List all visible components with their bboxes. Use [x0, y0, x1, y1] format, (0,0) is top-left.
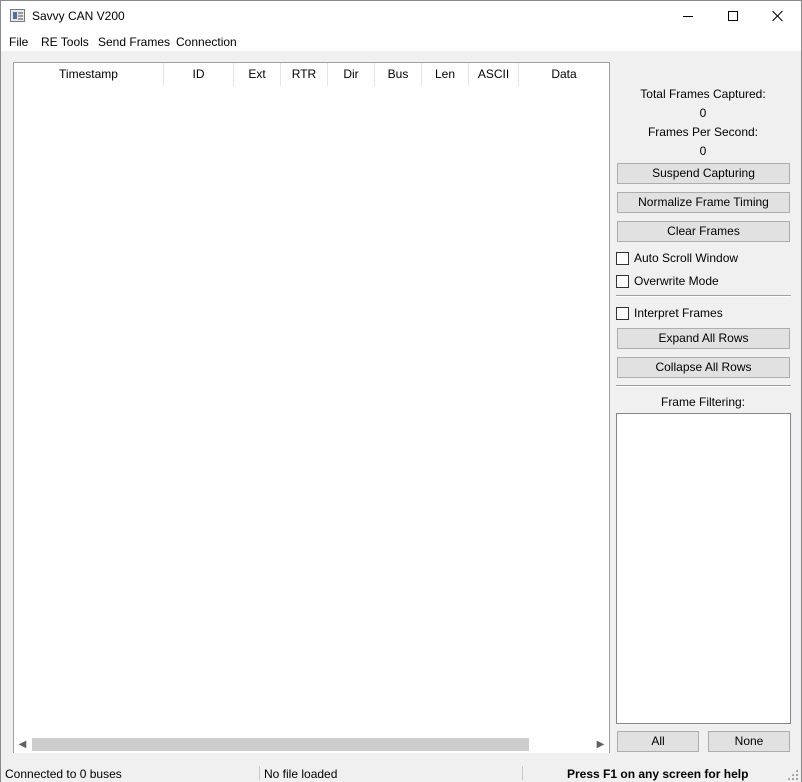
- total-frames-label: Total Frames Captured:: [640, 87, 766, 101]
- expand-all-rows-button[interactable]: Expand All Rows: [617, 328, 790, 349]
- status-file: No file loaded: [264, 767, 338, 781]
- column-header-rtr[interactable]: RTR: [281, 63, 328, 86]
- auto-scroll-checkbox[interactable]: Auto Scroll Window: [616, 250, 738, 266]
- checkbox-box[interactable]: [616, 274, 629, 288]
- column-header-timestamp[interactable]: Timestamp: [14, 63, 164, 86]
- overwrite-mode-label: Overwrite Mode: [634, 274, 719, 288]
- status-connection: Connected to 0 buses: [5, 767, 122, 781]
- frames-table[interactable]: Timestamp ID Ext RTR Dir Bus Len ASCII D…: [13, 62, 610, 753]
- table-header: Timestamp ID Ext RTR Dir Bus Len ASCII D…: [14, 63, 609, 86]
- scroll-left-icon[interactable]: ◀: [14, 736, 31, 753]
- collapse-all-rows-button[interactable]: Collapse All Rows: [617, 357, 790, 378]
- menu-connection[interactable]: Connection: [176, 35, 237, 49]
- maximize-icon: [728, 11, 738, 21]
- scroll-right-icon[interactable]: ▶: [592, 736, 609, 753]
- column-header-bus[interactable]: Bus: [375, 63, 422, 86]
- checkbox-box[interactable]: [616, 306, 629, 320]
- column-header-data[interactable]: Data: [519, 63, 609, 86]
- column-header-ascii[interactable]: ASCII: [469, 63, 519, 86]
- overwrite-mode-checkbox[interactable]: Overwrite Mode: [616, 273, 719, 289]
- menu-bar: File RE Tools Send Frames Connection: [1, 31, 801, 51]
- interpret-frames-checkbox[interactable]: Interpret Frames: [616, 305, 723, 321]
- normalize-frame-timing-button[interactable]: Normalize Frame Timing: [617, 192, 790, 213]
- auto-scroll-label: Auto Scroll Window: [634, 251, 739, 265]
- column-header-ext[interactable]: Ext: [234, 63, 281, 86]
- fps-label: Frames Per Second:: [647, 125, 759, 139]
- separator: [616, 385, 791, 387]
- fps-value: 0: [699, 144, 707, 158]
- separator: [616, 295, 791, 297]
- clear-frames-button[interactable]: Clear Frames: [617, 221, 790, 242]
- app-icon: [10, 9, 25, 22]
- menu-send-frames[interactable]: Send Frames: [98, 35, 170, 49]
- main-window: Savvy CAN V200 File RE Tools Send Frames…: [0, 0, 802, 782]
- status-help: Press F1 on any screen for help: [567, 767, 749, 781]
- maximize-button[interactable]: [710, 1, 756, 31]
- resize-grip-icon[interactable]: [787, 769, 798, 780]
- minimize-icon: [683, 15, 693, 17]
- status-bar: Connected to 0 buses No file loaded Pres…: [1, 763, 801, 782]
- column-header-len[interactable]: Len: [422, 63, 469, 86]
- status-divider: [522, 766, 523, 780]
- suspend-capturing-button[interactable]: Suspend Capturing: [617, 163, 790, 184]
- scrollbar-thumb[interactable]: [32, 738, 529, 751]
- checkbox-box[interactable]: [616, 251, 629, 265]
- horizontal-scrollbar[interactable]: ◀ ▶: [14, 736, 609, 753]
- status-divider: [259, 766, 260, 780]
- menu-file[interactable]: File: [9, 35, 28, 49]
- frame-filter-list[interactable]: [616, 413, 791, 724]
- interpret-frames-label: Interpret Frames: [634, 306, 723, 320]
- filter-none-button[interactable]: None: [708, 731, 790, 752]
- total-frames-value: 0: [699, 106, 707, 120]
- column-header-id[interactable]: ID: [164, 63, 234, 86]
- menu-re-tools[interactable]: RE Tools: [41, 35, 89, 49]
- title-bar[interactable]: Savvy CAN V200: [1, 1, 801, 31]
- window-title: Savvy CAN V200: [32, 9, 125, 23]
- filter-all-button[interactable]: All: [617, 731, 699, 752]
- column-header-dir[interactable]: Dir: [328, 63, 375, 86]
- minimize-button[interactable]: [665, 1, 711, 31]
- frame-filtering-label: Frame Filtering:: [660, 395, 746, 409]
- close-icon: [772, 10, 784, 22]
- close-button[interactable]: [755, 1, 801, 31]
